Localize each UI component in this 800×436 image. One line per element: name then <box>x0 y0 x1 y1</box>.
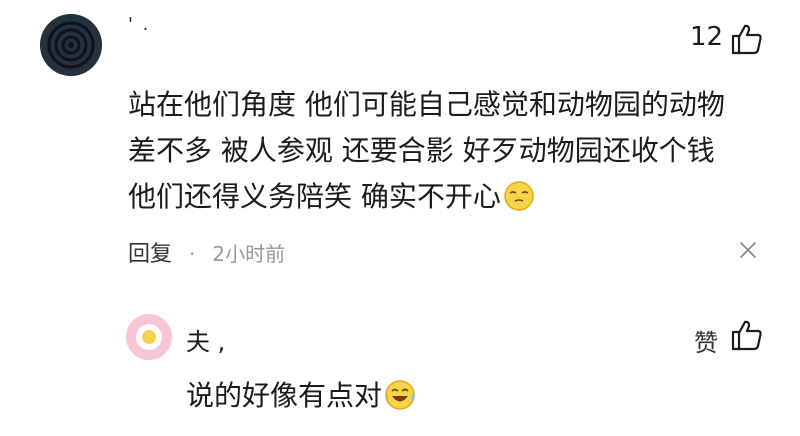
reply-text: 说的好像有点对 <box>186 379 383 412</box>
timestamp: 2小时前 <box>212 242 286 266</box>
reply-body: 说的好像有点对 <box>186 374 416 414</box>
comment-line: 站在他们角度 他们可能自己感觉和动物园的动物 <box>128 88 725 121</box>
comment-username[interactable]: ' . <box>128 14 150 35</box>
flower-avatar-icon <box>126 314 172 360</box>
reply-avatar[interactable] <box>126 314 172 360</box>
separator: · <box>189 242 196 266</box>
like-label[interactable]: 赞 <box>694 323 718 358</box>
reply-username[interactable]: 夫 , <box>186 322 225 357</box>
smirk-emoji-icon <box>503 180 535 212</box>
comment-body: 站在他们角度 他们可能自己感觉和动物园的动物 差不多 被人参观 还要合影 好歹动… <box>128 82 778 220</box>
reply-button[interactable]: 回复 <box>128 242 172 267</box>
laughing-tears-emoji-icon <box>384 379 416 411</box>
comment-line: 他们还得义务陪笑 确实不开心 <box>128 174 778 220</box>
comment-meta-row: 回复 · 2小时前 <box>128 236 285 268</box>
avatar[interactable] <box>40 14 102 76</box>
thumbs-up-icon[interactable] <box>730 22 764 56</box>
thumbs-up-icon[interactable] <box>730 318 764 352</box>
comment-line: 差不多 被人参观 还要合影 好歹动物园还收个钱 <box>128 134 715 167</box>
close-icon[interactable] <box>738 240 758 260</box>
like-count: 12 <box>690 22 724 52</box>
comment-line-text: 他们还得义务陪笑 确实不开心 <box>128 180 501 213</box>
spiral-avatar-icon <box>40 14 102 76</box>
